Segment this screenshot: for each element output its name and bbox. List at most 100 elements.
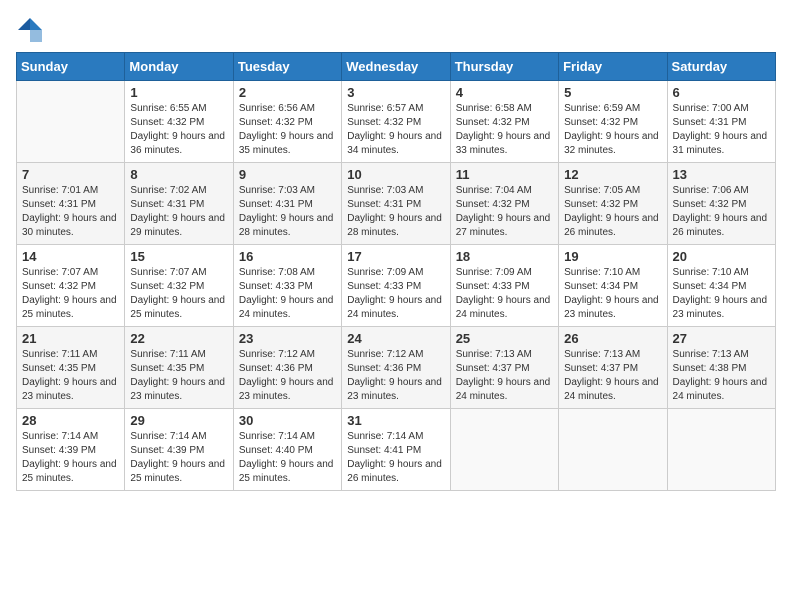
calendar-cell: 29 Sunrise: 7:14 AMSunset: 4:39 PMDaylig… [125,409,233,491]
calendar-cell: 18 Sunrise: 7:09 AMSunset: 4:33 PMDaylig… [450,245,558,327]
day-number: 15 [130,249,227,264]
day-detail: Sunrise: 6:57 AMSunset: 4:32 PMDaylight:… [347,103,442,156]
week-row-1: 1 Sunrise: 6:55 AMSunset: 4:32 PMDayligh… [17,81,776,163]
day-detail: Sunrise: 7:04 AMSunset: 4:32 PMDaylight:… [456,185,551,238]
calendar-table: SundayMondayTuesdayWednesdayThursdayFrid… [16,52,776,491]
weekday-monday: Monday [125,53,233,81]
calendar-cell: 1 Sunrise: 6:55 AMSunset: 4:32 PMDayligh… [125,81,233,163]
week-row-5: 28 Sunrise: 7:14 AMSunset: 4:39 PMDaylig… [17,409,776,491]
day-number: 14 [22,249,119,264]
day-number: 6 [673,85,770,100]
day-detail: Sunrise: 7:14 AMSunset: 4:40 PMDaylight:… [239,431,334,484]
day-number: 1 [130,85,227,100]
day-detail: Sunrise: 7:11 AMSunset: 4:35 PMDaylight:… [130,349,225,402]
day-detail: Sunrise: 7:00 AMSunset: 4:31 PMDaylight:… [673,103,768,156]
day-number: 18 [456,249,553,264]
day-detail: Sunrise: 7:07 AMSunset: 4:32 PMDaylight:… [130,267,225,320]
calendar-cell: 9 Sunrise: 7:03 AMSunset: 4:31 PMDayligh… [233,163,341,245]
day-detail: Sunrise: 7:14 AMSunset: 4:39 PMDaylight:… [22,431,117,484]
calendar-cell: 22 Sunrise: 7:11 AMSunset: 4:35 PMDaylig… [125,327,233,409]
calendar-cell: 19 Sunrise: 7:10 AMSunset: 4:34 PMDaylig… [559,245,667,327]
day-number: 25 [456,331,553,346]
calendar-cell: 2 Sunrise: 6:56 AMSunset: 4:32 PMDayligh… [233,81,341,163]
day-number: 16 [239,249,336,264]
calendar-cell: 15 Sunrise: 7:07 AMSunset: 4:32 PMDaylig… [125,245,233,327]
weekday-thursday: Thursday [450,53,558,81]
day-number: 29 [130,413,227,428]
day-detail: Sunrise: 6:55 AMSunset: 4:32 PMDaylight:… [130,103,225,156]
day-number: 9 [239,167,336,182]
calendar-cell: 4 Sunrise: 6:58 AMSunset: 4:32 PMDayligh… [450,81,558,163]
calendar-cell: 16 Sunrise: 7:08 AMSunset: 4:33 PMDaylig… [233,245,341,327]
calendar-cell: 28 Sunrise: 7:14 AMSunset: 4:39 PMDaylig… [17,409,125,491]
calendar-cell: 8 Sunrise: 7:02 AMSunset: 4:31 PMDayligh… [125,163,233,245]
day-number: 5 [564,85,661,100]
day-detail: Sunrise: 7:12 AMSunset: 4:36 PMDaylight:… [239,349,334,402]
day-number: 3 [347,85,444,100]
day-detail: Sunrise: 7:13 AMSunset: 4:38 PMDaylight:… [673,349,768,402]
day-number: 23 [239,331,336,346]
page-header [16,16,776,44]
calendar-cell [450,409,558,491]
logo [16,16,48,44]
day-detail: Sunrise: 6:58 AMSunset: 4:32 PMDaylight:… [456,103,551,156]
calendar-cell [559,409,667,491]
week-row-3: 14 Sunrise: 7:07 AMSunset: 4:32 PMDaylig… [17,245,776,327]
day-number: 31 [347,413,444,428]
day-detail: Sunrise: 7:10 AMSunset: 4:34 PMDaylight:… [673,267,768,320]
day-detail: Sunrise: 7:11 AMSunset: 4:35 PMDaylight:… [22,349,117,402]
calendar-cell: 30 Sunrise: 7:14 AMSunset: 4:40 PMDaylig… [233,409,341,491]
logo-icon [16,16,44,44]
calendar-cell: 5 Sunrise: 6:59 AMSunset: 4:32 PMDayligh… [559,81,667,163]
day-detail: Sunrise: 7:13 AMSunset: 4:37 PMDaylight:… [564,349,659,402]
weekday-header-row: SundayMondayTuesdayWednesdayThursdayFrid… [17,53,776,81]
day-number: 4 [456,85,553,100]
day-detail: Sunrise: 6:59 AMSunset: 4:32 PMDaylight:… [564,103,659,156]
calendar-cell: 26 Sunrise: 7:13 AMSunset: 4:37 PMDaylig… [559,327,667,409]
day-number: 30 [239,413,336,428]
day-detail: Sunrise: 7:09 AMSunset: 4:33 PMDaylight:… [456,267,551,320]
day-number: 26 [564,331,661,346]
day-number: 12 [564,167,661,182]
calendar-cell: 3 Sunrise: 6:57 AMSunset: 4:32 PMDayligh… [342,81,450,163]
day-number: 20 [673,249,770,264]
week-row-4: 21 Sunrise: 7:11 AMSunset: 4:35 PMDaylig… [17,327,776,409]
calendar-cell [667,409,775,491]
day-detail: Sunrise: 7:06 AMSunset: 4:32 PMDaylight:… [673,185,768,238]
calendar-cell [17,81,125,163]
calendar-cell: 14 Sunrise: 7:07 AMSunset: 4:32 PMDaylig… [17,245,125,327]
calendar-cell: 10 Sunrise: 7:03 AMSunset: 4:31 PMDaylig… [342,163,450,245]
day-number: 27 [673,331,770,346]
calendar-cell: 11 Sunrise: 7:04 AMSunset: 4:32 PMDaylig… [450,163,558,245]
day-detail: Sunrise: 7:01 AMSunset: 4:31 PMDaylight:… [22,185,117,238]
day-number: 8 [130,167,227,182]
day-detail: Sunrise: 7:05 AMSunset: 4:32 PMDaylight:… [564,185,659,238]
day-detail: Sunrise: 7:07 AMSunset: 4:32 PMDaylight:… [22,267,117,320]
calendar-cell: 25 Sunrise: 7:13 AMSunset: 4:37 PMDaylig… [450,327,558,409]
day-number: 10 [347,167,444,182]
day-detail: Sunrise: 7:12 AMSunset: 4:36 PMDaylight:… [347,349,442,402]
weekday-wednesday: Wednesday [342,53,450,81]
calendar-cell: 7 Sunrise: 7:01 AMSunset: 4:31 PMDayligh… [17,163,125,245]
day-number: 28 [22,413,119,428]
day-detail: Sunrise: 7:03 AMSunset: 4:31 PMDaylight:… [347,185,442,238]
calendar-cell: 31 Sunrise: 7:14 AMSunset: 4:41 PMDaylig… [342,409,450,491]
calendar-cell: 20 Sunrise: 7:10 AMSunset: 4:34 PMDaylig… [667,245,775,327]
calendar-cell: 24 Sunrise: 7:12 AMSunset: 4:36 PMDaylig… [342,327,450,409]
day-number: 17 [347,249,444,264]
calendar-cell: 13 Sunrise: 7:06 AMSunset: 4:32 PMDaylig… [667,163,775,245]
day-number: 22 [130,331,227,346]
day-number: 21 [22,331,119,346]
weekday-saturday: Saturday [667,53,775,81]
calendar-cell: 12 Sunrise: 7:05 AMSunset: 4:32 PMDaylig… [559,163,667,245]
calendar-cell: 6 Sunrise: 7:00 AMSunset: 4:31 PMDayligh… [667,81,775,163]
day-detail: Sunrise: 7:09 AMSunset: 4:33 PMDaylight:… [347,267,442,320]
day-number: 24 [347,331,444,346]
week-row-2: 7 Sunrise: 7:01 AMSunset: 4:31 PMDayligh… [17,163,776,245]
day-detail: Sunrise: 7:14 AMSunset: 4:39 PMDaylight:… [130,431,225,484]
day-number: 2 [239,85,336,100]
day-detail: Sunrise: 7:03 AMSunset: 4:31 PMDaylight:… [239,185,334,238]
day-detail: Sunrise: 7:10 AMSunset: 4:34 PMDaylight:… [564,267,659,320]
weekday-friday: Friday [559,53,667,81]
day-number: 13 [673,167,770,182]
